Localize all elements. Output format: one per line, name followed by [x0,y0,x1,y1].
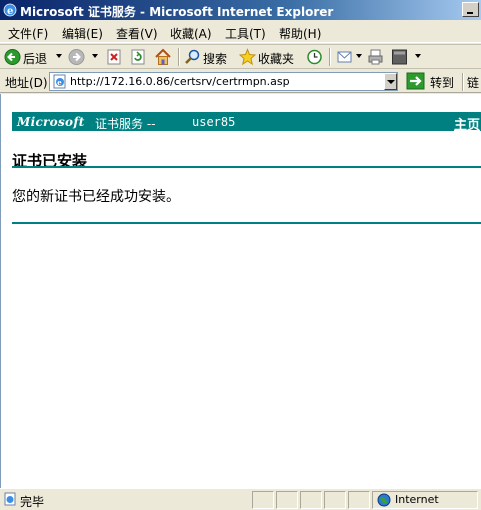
links-button[interactable]: 链 [467,74,479,91]
favorites-star-icon[interactable] [239,48,256,66]
home-icon[interactable] [154,48,172,66]
minimize-button[interactable] [462,2,479,17]
home-link[interactable]: 主页 [454,114,480,133]
menu-view[interactable]: 查看(V) [116,25,158,42]
microsoft-logo: Microsoft [17,115,85,129]
edit-dropdown-icon[interactable] [415,54,421,58]
status-bar: 完毕 Internet [0,488,481,510]
status-pane [348,491,370,509]
status-pane [252,491,274,509]
history-icon[interactable] [306,48,323,66]
menu-help[interactable]: 帮助(H) [279,25,321,42]
search-button[interactable]: 搜索 [203,50,227,67]
footer-divider [12,222,481,224]
success-message: 您的新证书已经成功安装。 [12,189,180,205]
page-content: Microsoft 证书服务 -- user85 主页 证书已安装 您的新证书已… [0,94,481,488]
user-name: user85 [192,115,236,129]
service-name: 证书服务 -- [95,117,156,131]
toolbar-separator [329,48,331,66]
forward-arrow-icon[interactable] [68,48,85,66]
back-button[interactable]: 后退 [23,50,47,67]
back-arrow-icon[interactable] [4,48,21,66]
page-icon: e [53,74,66,89]
menu-tools[interactable]: 工具(T) [225,25,266,42]
refresh-icon[interactable] [130,48,146,66]
mail-icon[interactable] [336,48,354,66]
heading-divider [12,166,481,168]
menu-favorites[interactable]: 收藏(A) [170,25,212,42]
address-url[interactable]: http://172.16.0.86/certsrv/certrmpn.asp [70,75,290,88]
mail-dropdown-icon[interactable] [356,54,362,58]
menu-file[interactable]: 文件(F) [8,25,48,42]
toolbar-separator [178,48,180,66]
address-dropdown-icon[interactable] [384,73,397,90]
status-text: 完毕 [20,495,45,509]
header-banner: Microsoft 证书服务 -- user85 主页 [12,112,481,133]
search-icon[interactable] [184,48,201,66]
status-pane [276,491,298,509]
title-bar[interactable]: e Microsoft 证书服务 - Microsoft Internet Ex… [0,0,481,20]
standard-toolbar: 后退 搜索 收藏夹 [0,44,481,69]
address-label: 地址(D) [5,76,48,90]
print-icon[interactable] [367,48,384,66]
window-title: Microsoft 证书服务 - Microsoft Internet Expl… [20,5,334,19]
status-pane [300,491,322,509]
stop-icon[interactable] [106,48,122,66]
favorites-button[interactable]: 收藏夹 [258,50,294,67]
edit-page-icon[interactable] [391,48,408,66]
internet-globe-icon [377,493,391,507]
svg-text:e: e [57,78,62,87]
status-pane [324,491,346,509]
toolbar-separator [462,73,464,91]
ie-logo-icon: e [3,3,17,17]
forward-dropdown-icon[interactable] [92,54,98,58]
go-button[interactable]: 转到 [430,74,454,91]
go-arrow-icon[interactable] [406,72,425,90]
back-dropdown-icon[interactable] [56,54,62,58]
address-input[interactable]: e http://172.16.0.86/certsrv/certrmpn.as… [49,72,398,91]
address-bar: 地址(D) e http://172.16.0.86/certsrv/certr… [0,70,481,93]
menu-edit[interactable]: 编辑(E) [62,25,103,42]
security-zone: Internet [395,493,439,506]
svg-text:e: e [7,6,13,17]
page-done-icon [4,492,16,506]
menu-bar: 文件(F) 编辑(E) 查看(V) 收藏(A) 工具(T) 帮助(H) [0,20,481,43]
